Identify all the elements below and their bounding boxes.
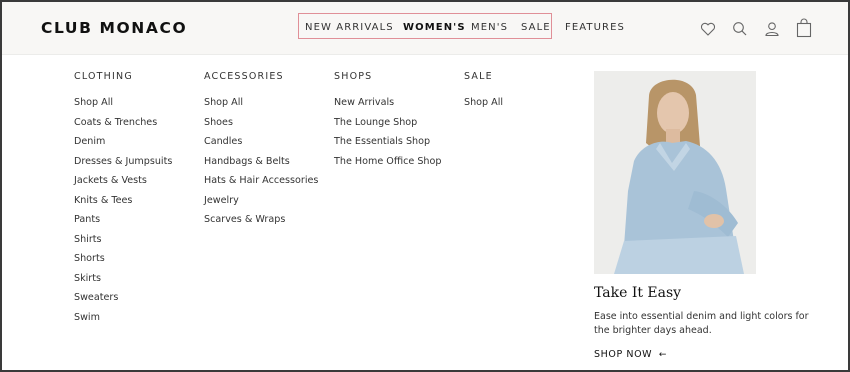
menu-link-accessories[interactable]: Shop All [204,97,243,108]
account-icon[interactable] [763,20,781,38]
bag-icon[interactable] [795,18,813,38]
nav-new-arrivals[interactable]: NEW ARRIVALS [305,22,394,33]
nav-mens[interactable]: MEN'S [471,22,508,33]
menu-link-shops[interactable]: The Home Office Shop [334,156,441,167]
menu-link-clothing[interactable]: Knits & Tees [74,195,132,206]
menu-link-clothing[interactable]: Pants [74,214,100,225]
menu-link-clothing[interactable]: Sweaters [74,292,118,303]
brand-logo[interactable]: CLUB MONACO [41,19,187,37]
shop-now-label: SHOP NOW [594,349,653,360]
menu-heading-shops: SHOPS [334,71,373,82]
menu-link-accessories[interactable]: Hats & Hair Accessories [204,175,318,186]
nav-sale[interactable]: SALE [521,22,551,33]
site-header: CLUB MONACO NEW ARRIVALS WOMEN'S MEN'S S… [2,2,848,55]
menu-link-clothing[interactable]: Dresses & Jumpsuits [74,156,172,167]
promo-image[interactable] [594,71,756,274]
promo-description: Ease into essential denim and light colo… [594,311,809,336]
menu-link-accessories[interactable]: Scarves & Wraps [204,214,285,225]
menu-link-shops[interactable]: New Arrivals [334,97,394,108]
menu-link-clothing[interactable]: Shirts [74,234,102,245]
heart-icon[interactable] [699,20,717,38]
menu-link-shops[interactable]: The Lounge Shop [334,117,417,128]
menu-link-accessories[interactable]: Handbags & Belts [204,156,290,167]
menu-heading-sale: SALE [464,71,493,82]
menu-link-clothing[interactable]: Denim [74,136,105,147]
nav-womens[interactable]: WOMEN'S [403,22,466,33]
menu-link-sale[interactable]: Shop All [464,97,503,108]
menu-link-clothing[interactable]: Shorts [74,253,105,264]
menu-link-clothing[interactable]: Swim [74,312,100,323]
search-icon[interactable] [731,20,749,38]
menu-link-accessories[interactable]: Jewelry [204,195,239,206]
menu-heading-accessories: ACCESSORIES [204,71,284,82]
menu-link-clothing[interactable]: Shop All [74,97,113,108]
menu-link-clothing[interactable]: Jackets & Vests [74,175,147,186]
menu-heading-clothing: CLOTHING [74,71,133,82]
menu-link-clothing[interactable]: Skirts [74,273,101,284]
nav-features[interactable]: FEATURES [565,22,625,33]
menu-link-accessories[interactable]: Shoes [204,117,233,128]
arrow-icon: ← [658,350,667,360]
menu-link-accessories[interactable]: Candles [204,136,242,147]
shop-now-link[interactable]: SHOP NOW ← [594,349,667,360]
promo-title: Take It Easy [594,285,682,301]
menu-link-clothing[interactable]: Coats & Trenches [74,117,157,128]
menu-link-shops[interactable]: The Essentials Shop [334,136,430,147]
